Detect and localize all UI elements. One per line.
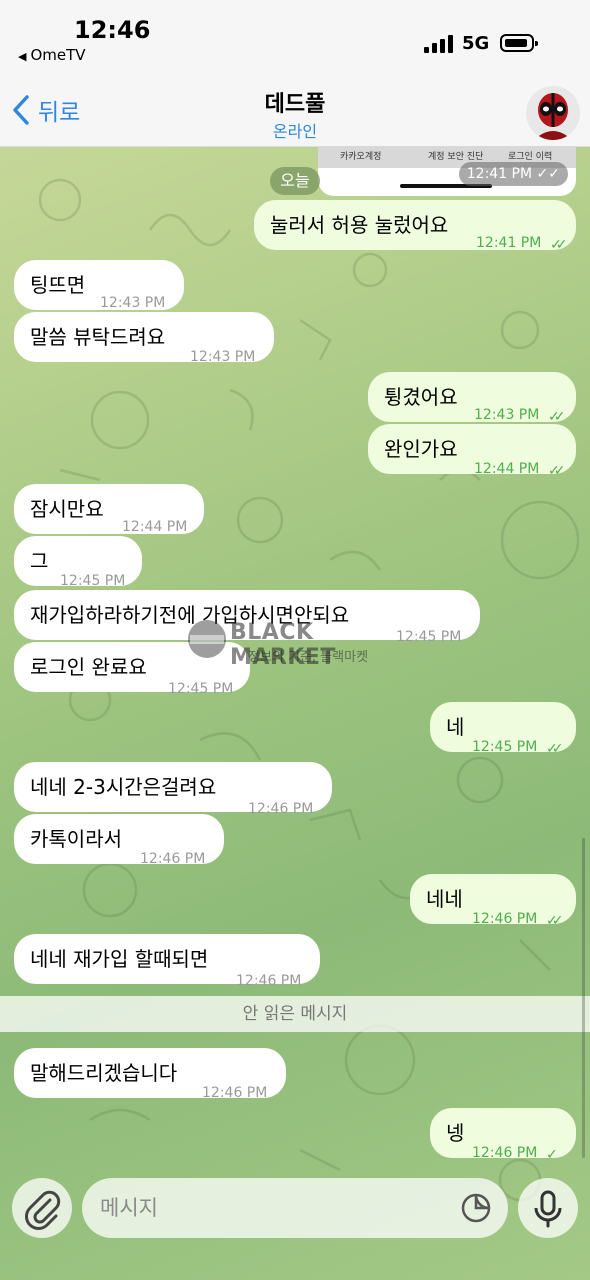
message-bubble-incoming[interactable]: 그 12:45 PM xyxy=(14,536,142,589)
message-text: 네네 재가입 할때되면 xyxy=(30,947,209,971)
message-text: 그 xyxy=(30,549,49,573)
message-bubble-outgoing[interactable]: 네네 12:46 PM ✓✓ xyxy=(410,874,576,929)
preview-tab: 로그인 이력 xyxy=(508,152,553,162)
message-bubble-incoming[interactable]: 카톡이라서 12:46 PM xyxy=(14,814,224,867)
back-triangle-icon: ◀ xyxy=(18,50,27,63)
preview-tab: 계정 보안 진단 xyxy=(428,152,484,162)
double-check-icon: ✓✓ xyxy=(548,463,566,479)
double-check-icon: ✓✓ xyxy=(546,913,564,929)
message-time: 12:46 PM xyxy=(202,1085,268,1101)
message-text: 네네 2-3시간은걸려요 xyxy=(30,775,217,799)
watermark-logo xyxy=(188,620,226,658)
message-time: 12:46 PM xyxy=(248,801,314,817)
chat-status: 온라인 xyxy=(272,122,318,141)
message-time: 12:46 PM xyxy=(140,851,206,867)
message-text: 말해드리겠습니다 xyxy=(30,1061,178,1085)
message-time: 12:45 PM xyxy=(472,739,538,755)
double-check-icon: ✓✓ xyxy=(546,741,564,757)
image-message-preview[interactable]: 카카오계정 계정 보안 진단 로그인 이력 12:41 PM ✓✓ xyxy=(318,146,576,196)
message-text: 네네 xyxy=(426,887,463,911)
microphone-icon xyxy=(534,1190,562,1228)
message-time: 12:46 PM xyxy=(472,911,538,927)
unread-messages-divider: 안 읽은 메시지 xyxy=(0,996,590,1032)
message-input[interactable]: 메시지 xyxy=(82,1178,508,1238)
message-text: 완인가요 xyxy=(384,437,458,461)
chat-title[interactable]: 데드풀 xyxy=(0,86,590,118)
microphone-button[interactable] xyxy=(518,1178,578,1238)
chat-screen: 12:46 ◀ OmeTV 5G 뒤로 데드풀 온라인 카카오계정 계정 보안 … xyxy=(0,0,590,1280)
date-chip: 오늘 xyxy=(270,167,320,195)
message-bubble-outgoing[interactable]: 완인가요 12:44 PM ✓✓ xyxy=(368,424,576,479)
message-time: 12:46 PM xyxy=(472,1145,538,1161)
paperclip-icon xyxy=(25,1190,61,1230)
message-time: 12:41 PM xyxy=(476,235,542,251)
preview-timestamp: 12:41 PM ✓✓ xyxy=(458,162,568,186)
message-text: 튕겼어요 xyxy=(384,385,458,409)
signal-icon xyxy=(424,35,454,53)
message-text: 넹 xyxy=(446,1121,465,1145)
deadpool-avatar-icon xyxy=(526,86,580,140)
message-text: 로그인 완료요 xyxy=(30,655,147,679)
sticker-icon[interactable] xyxy=(460,1192,492,1224)
message-time: 12:44 PM xyxy=(474,461,540,477)
back-to-app-link[interactable]: ◀ OmeTV xyxy=(18,46,86,64)
message-text: 팅뜨면 xyxy=(30,273,86,297)
message-bubble-incoming[interactable]: 네네 재가입 할때되면 12:46 PM xyxy=(14,934,320,989)
watermark-subtitle: 정보의 기준, 블랙마켓 xyxy=(248,650,369,665)
status-bar: 12:46 ◀ OmeTV 5G xyxy=(0,0,590,80)
preview-tab: 카카오계정 xyxy=(340,152,382,162)
message-input-placeholder: 메시지 xyxy=(100,1196,158,1220)
message-text: 잠시만요 xyxy=(30,497,104,521)
watermark: BLACK MARKET 정보의 기준, 블랙마켓 xyxy=(186,612,416,672)
message-bubble-incoming[interactable]: 팅뜨면 12:43 PM xyxy=(14,260,184,311)
scrollbar[interactable] xyxy=(582,838,585,1158)
attach-button[interactable] xyxy=(12,1178,72,1238)
message-text: 네 xyxy=(446,715,465,739)
message-bubble-incoming[interactable]: 말해드리겠습니다 12:46 PM xyxy=(14,1048,286,1101)
message-text: 말씀 뷰탁드려요 xyxy=(30,325,166,349)
clock: 12:46 xyxy=(74,16,151,44)
message-bubble-outgoing[interactable]: 네 12:45 PM ✓✓ xyxy=(430,702,576,757)
network-type: 5G xyxy=(462,33,490,54)
message-bubble-incoming[interactable]: 잠시만요 12:44 PM xyxy=(14,484,204,535)
back-app-label: OmeTV xyxy=(30,46,86,64)
message-bubble-incoming[interactable]: 네네 2-3시간은걸려요 12:46 PM xyxy=(14,762,332,817)
message-bubble-incoming[interactable]: 말씀 뷰탁드려요 12:43 PM xyxy=(14,312,274,365)
single-check-icon: ✓ xyxy=(546,1147,557,1163)
message-bubble-outgoing[interactable]: 튕겼어요 12:43 PM ✓✓ xyxy=(368,372,576,425)
message-bubble-outgoing[interactable]: 넹 12:46 PM ✓ xyxy=(430,1108,576,1163)
avatar[interactable] xyxy=(526,86,580,140)
message-text: 카톡이라서 xyxy=(30,827,122,851)
message-bubble-outgoing[interactable]: 눌러서 허용 눌렀어요 12:41 PM ✓✓ xyxy=(254,200,576,253)
chat-header: 뒤로 데드풀 온라인 xyxy=(0,80,590,147)
message-text: 눌러서 허용 눌렀어요 xyxy=(270,213,449,237)
battery-icon xyxy=(500,34,538,52)
double-check-icon: ✓✓ xyxy=(550,237,568,253)
message-time: 12:43 PM xyxy=(190,349,256,365)
